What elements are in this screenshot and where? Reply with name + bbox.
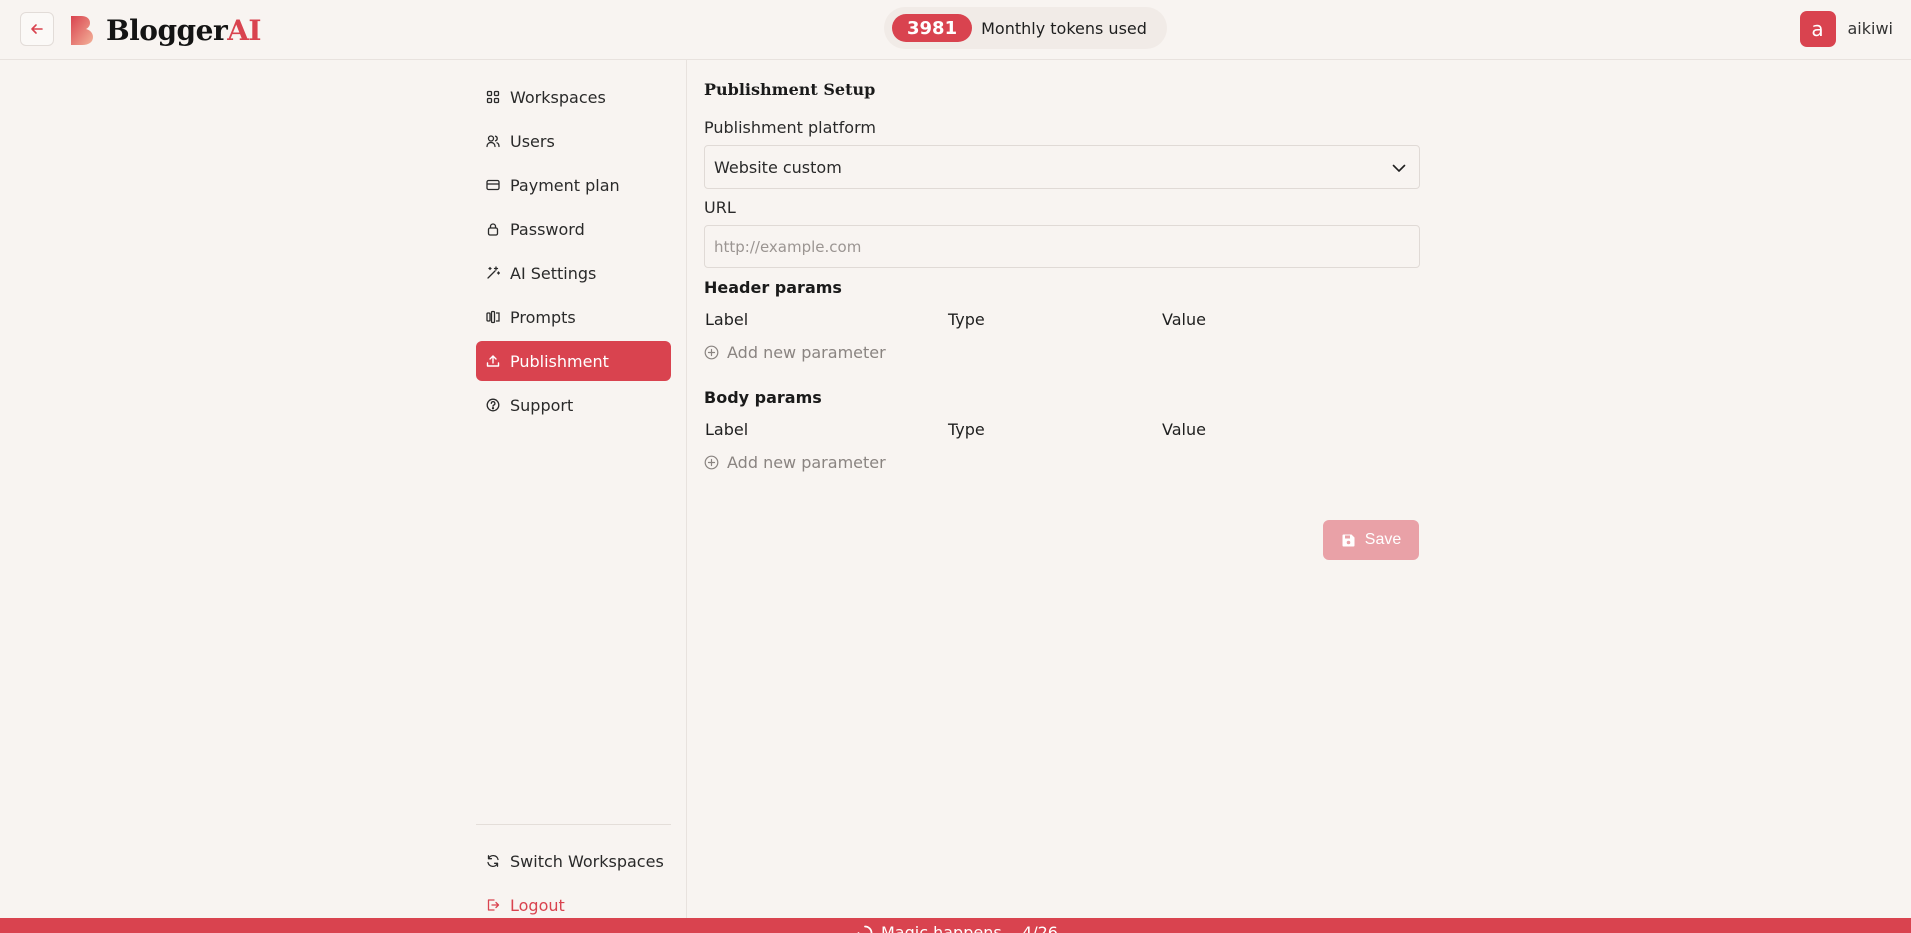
app-logo[interactable]: BloggerAI (68, 12, 262, 48)
magic-wand-icon (486, 266, 500, 280)
logo-mark-icon (71, 16, 93, 45)
platform-selected-value: Website custom (714, 157, 842, 177)
page-title: Publishment Setup (704, 80, 876, 99)
body-params-col-label: Label (705, 420, 749, 439)
tokens-label: Monthly tokens used (981, 18, 1147, 38)
prompts-icon (486, 310, 500, 324)
sidebar-item-publishment[interactable]: Publishment (476, 341, 671, 381)
platform-label: Publishment platform (704, 118, 876, 137)
body-params-col-value: Value (1162, 420, 1206, 439)
body-params-title: Body params (704, 388, 822, 407)
floppy-disk-icon (1342, 534, 1355, 546)
body-params-col-type: Type (948, 420, 985, 439)
save-label: Save (1364, 531, 1402, 548)
logout-label: Logout (510, 895, 565, 915)
url-input[interactable] (704, 225, 1420, 268)
help-circle-icon (486, 398, 500, 412)
credit-card-icon (486, 178, 500, 192)
header-params-col-type: Type (948, 310, 985, 329)
sidebar-item-users[interactable]: Users (476, 121, 671, 161)
sidebar-item-payment-plan[interactable]: Payment plan (476, 165, 671, 205)
add-param-label: Add new parameter (727, 453, 886, 472)
chevron-down-icon (1392, 164, 1406, 172)
sidebar-item-label: Payment plan (510, 175, 620, 195)
logo-text: BloggerAI (106, 13, 262, 47)
sidebar-item-label: Prompts (510, 307, 576, 327)
avatar[interactable]: a (1799, 10, 1836, 47)
refresh-icon (486, 854, 500, 868)
sidebar-item-password[interactable]: Password (476, 209, 671, 249)
username: aikiwi (1847, 19, 1894, 38)
header-params-col-value: Value (1162, 310, 1206, 329)
back-button[interactable] (20, 12, 54, 46)
sidebar-item-label: Support (510, 395, 574, 415)
sidebar-item-label: Publishment (510, 351, 609, 371)
sidebar-item-label: Password (510, 219, 585, 239)
add-body-param-button[interactable]: Add new parameter (704, 453, 886, 472)
grid-icon (486, 90, 500, 104)
tokens-count-badge: 3981 (892, 14, 973, 42)
add-param-label: Add new parameter (727, 343, 886, 362)
sidebar-divider (476, 824, 671, 825)
plus-circle-icon (704, 345, 719, 360)
lock-icon (486, 222, 500, 236)
sidebar-item-workspaces[interactable]: Workspaces (476, 77, 671, 117)
save-button[interactable]: Save (1323, 520, 1419, 560)
tokens-usage-pill: 3981 Monthly tokens used (884, 7, 1167, 49)
url-label: URL (704, 198, 736, 217)
status-text: Magic happens... 4/26 (881, 922, 1058, 933)
sidebar-item-support[interactable]: Support (476, 385, 671, 425)
sidebar-item-ai-settings[interactable]: AI Settings (476, 253, 671, 293)
switch-workspaces-label: Switch Workspaces (510, 851, 664, 871)
switch-workspaces-button[interactable]: Switch Workspaces (476, 841, 671, 881)
sidebar-item-label: AI Settings (510, 263, 597, 283)
user-menu[interactable]: a aikiwi (1799, 10, 1894, 47)
progress-status-bar: Magic happens... 4/26 (0, 918, 1911, 933)
users-icon (486, 134, 500, 148)
arrow-left-icon (31, 24, 43, 34)
upload-icon (486, 354, 500, 368)
status-content: Magic happens... 4/26 (857, 918, 1058, 933)
spinner-icon (857, 925, 873, 933)
plus-circle-icon (704, 455, 719, 470)
sidebar-item-prompts[interactable]: Prompts (476, 297, 671, 337)
top-header: BloggerAI 3981 Monthly tokens used a aik… (0, 0, 1911, 60)
logout-icon (486, 898, 500, 912)
header-params-col-label: Label (705, 310, 749, 329)
header-params-title: Header params (704, 278, 842, 297)
add-header-param-button[interactable]: Add new parameter (704, 343, 886, 362)
settings-sidebar: Workspaces Users Payment plan Password A… (475, 60, 687, 918)
sidebar-item-label: Users (510, 131, 555, 151)
platform-select[interactable]: Website custom (704, 145, 1420, 189)
sidebar-item-label: Workspaces (510, 87, 606, 107)
